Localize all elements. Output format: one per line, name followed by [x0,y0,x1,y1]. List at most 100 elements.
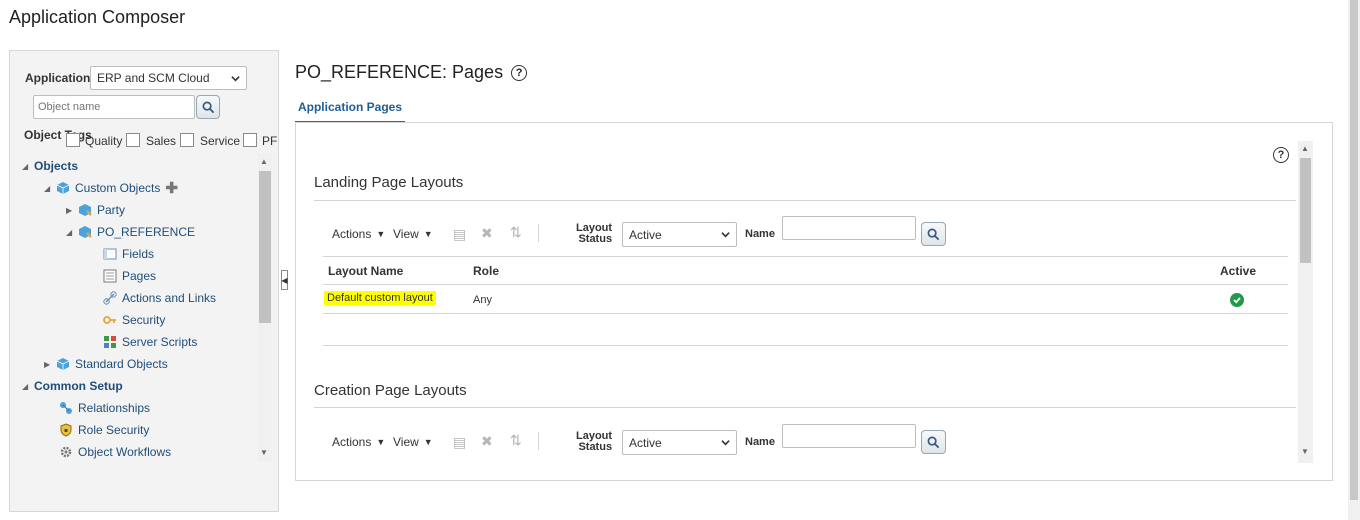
tree-item-security[interactable]: Security [103,311,165,329]
name-label: Name [745,436,775,448]
tree-item-po-reference[interactable]: ◢ PO_REFERENCE [66,223,195,241]
tag-checkbox-service[interactable] [180,133,194,147]
search-button[interactable] [921,222,946,246]
content-scrollbar-thumb[interactable] [1300,158,1311,263]
tree-item-fields[interactable]: Fields [103,245,154,263]
name-label: Name [745,228,775,240]
cube-edit-icon [79,226,92,238]
tree-item-standard-objects[interactable]: ▶ Standard Objects [44,355,168,373]
application-select[interactable]: ERP and SCM Cloud [90,66,247,90]
column-header-layout-name[interactable]: Layout Name [328,264,403,278]
table-top-border [323,256,1288,257]
name-filter-input[interactable] [782,216,916,240]
tab-application-pages[interactable]: Application Pages [295,92,405,123]
object-search-button[interactable] [196,95,220,119]
relationships-icon [60,402,72,414]
creation-page-layouts-title: Creation Page Layouts [314,382,467,399]
tree-item-server-scripts[interactable]: Server Scripts [103,333,197,351]
tree-scrollbar-thumb[interactable] [259,171,271,323]
name-filter-input[interactable] [782,424,916,448]
tree-item-actions-and-links[interactable]: Actions and Links [103,289,216,307]
tag-label-pf: PF [262,134,278,148]
toolbar-separator [538,224,539,242]
tree-item-custom-objects[interactable]: ◢ Custom Objects ✚ [44,179,178,197]
divider [314,407,1296,408]
view-menu[interactable]: View ▼ [393,435,433,449]
layout-name-cell[interactable]: Default custom layout [324,291,436,305]
layout-status-select[interactable]: Active [622,430,737,455]
page-scrollbar-thumb[interactable] [1350,0,1358,500]
reorder-icon[interactable]: ⇅ [510,432,522,449]
add-icon[interactable]: ✚ [165,179,178,197]
caret-down-icon: ▼ [376,229,386,239]
help-icon[interactable]: ? [1273,147,1289,163]
caret-down-icon: ▼ [376,437,386,447]
detach-icon[interactable]: ▤ [453,226,466,243]
expanded-triangle-icon: ◢ [66,227,73,237]
tag-checkbox-pf[interactable] [243,133,257,147]
layout-status-select[interactable]: Active [622,222,737,247]
role-cell: Any [473,294,492,306]
help-icon[interactable]: ? [511,64,528,81]
tag-label-sales: Sales [146,134,177,148]
table-row[interactable]: Default custom layout Any [323,285,1288,314]
table-bottom-border [323,345,1288,346]
divider [314,200,1296,201]
tree-item-common-setup[interactable]: ◢ Common Setup [22,377,123,395]
scroll-down-icon[interactable]: ▼ [1301,447,1309,456]
tree-item-role-security[interactable]: Role Security [59,421,149,439]
tree-item-party[interactable]: ▶ Party [66,201,125,219]
application-select-value: ERP and SCM Cloud [97,71,210,85]
tree-item-pages[interactable]: Pages [103,267,156,285]
search-icon [202,101,214,113]
chevron-down-icon [231,75,240,81]
expanded-triangle-icon: ◢ [44,183,51,193]
delete-icon[interactable]: ✖ [481,225,493,242]
cube-edit-icon [79,204,92,216]
panel-collapse-handle[interactable]: ◀ [281,270,288,290]
collapsed-triangle-icon: ▶ [44,359,51,369]
actions-menu[interactable]: Actions ▼ [332,435,385,449]
link-icon [103,291,117,305]
application-label: Application [25,71,91,85]
search-icon [927,436,940,448]
table-row-border [323,313,1288,314]
page-title: PO_REFERENCE: Pages ? [295,62,528,83]
shield-icon [60,423,72,437]
expanded-triangle-icon: ◢ [22,381,29,391]
tag-label-service: Service [200,134,241,148]
view-menu[interactable]: View ▼ [393,227,433,241]
delete-icon[interactable]: ✖ [481,433,493,450]
tag-checkbox-quality[interactable] [66,133,80,147]
active-check-icon [1230,293,1244,307]
chevron-down-icon [721,440,730,446]
cube-icon [56,358,70,370]
scroll-up-icon[interactable]: ▲ [260,157,268,166]
key-icon [103,316,116,324]
scroll-up-icon[interactable]: ▲ [1301,144,1309,153]
layout-status-label: Layout Status [576,222,613,245]
reorder-icon[interactable]: ⇅ [510,224,522,241]
tree-scrollbar[interactable]: ▲ ▼ [258,154,272,462]
tree-item-object-workflows[interactable]: Object Workflows [59,443,171,461]
landing-page-layouts-title: Landing Page Layouts [314,174,464,191]
app-title: Application Composer [9,7,186,27]
caret-down-icon: ▼ [423,229,433,239]
column-header-active[interactable]: Active [1220,264,1256,278]
scroll-down-icon[interactable]: ▼ [260,448,268,457]
gear-icon [60,446,72,458]
actions-menu[interactable]: Actions ▼ [332,227,385,241]
detach-icon[interactable]: ▤ [453,434,466,451]
tree-item-relationships[interactable]: Relationships [59,399,150,417]
layout-status-label: Layout Status [576,430,613,453]
fields-icon [103,248,117,260]
toolbar-separator [538,432,539,450]
column-header-role[interactable]: Role [473,264,499,278]
tree-item-objects[interactable]: ◢ Objects [22,157,78,175]
object-name-search-input[interactable] [33,95,195,119]
content-scrollbar[interactable]: ▲ ▼ [1298,141,1313,463]
tag-checkbox-sales[interactable] [126,133,140,147]
cube-icon [56,182,70,194]
object-tags-label: Object Tags [24,128,92,142]
search-button[interactable] [921,430,946,454]
